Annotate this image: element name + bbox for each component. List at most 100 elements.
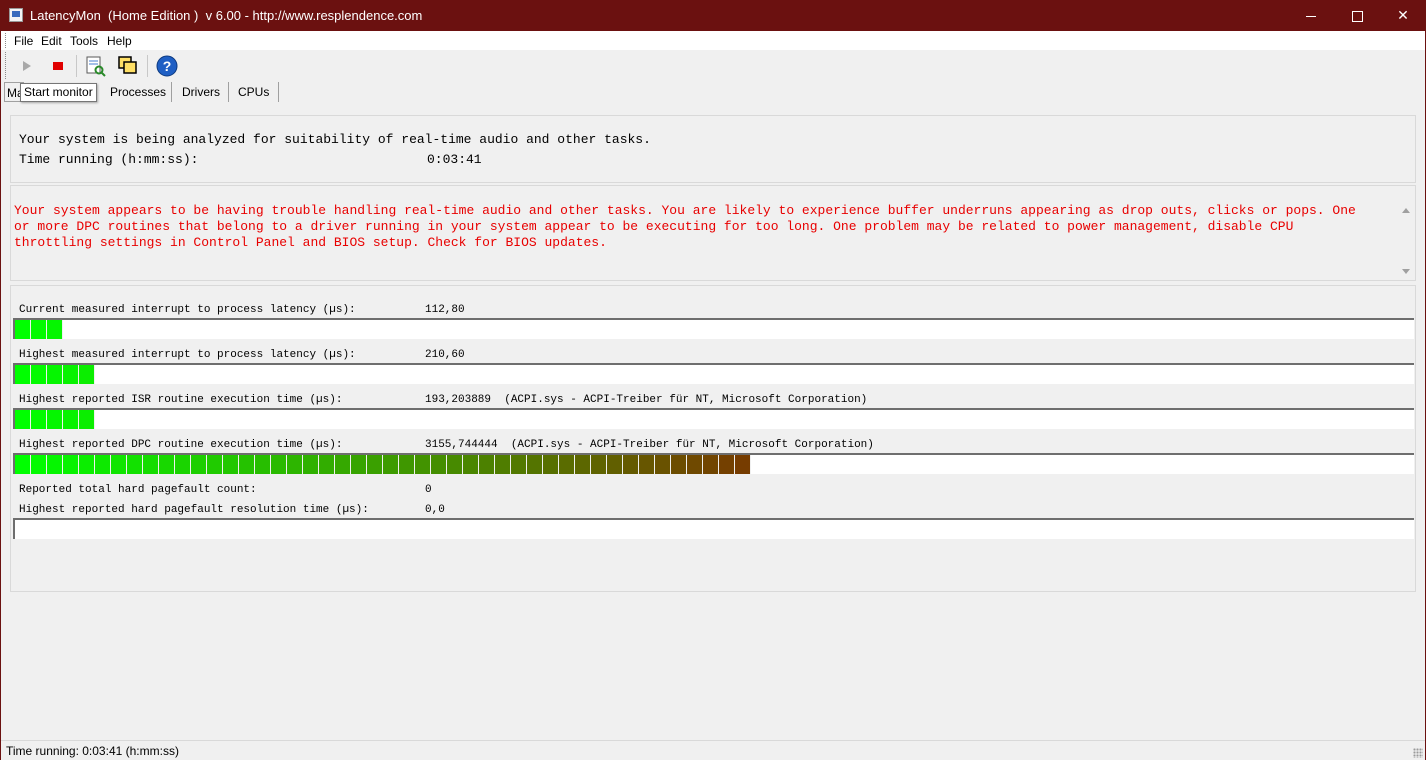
start-monitor-tooltip: Start monitor [20,83,97,102]
bar-segment [527,455,543,474]
bar-segment [95,455,111,474]
bar-segment [79,455,95,474]
isr-time-bar [13,408,1414,429]
bar-segment [415,455,431,474]
tab-cpus[interactable]: CPUs [230,82,279,102]
highest-latency-value: 210,60 [425,349,465,361]
bar-segment [31,410,47,429]
current-latency-bar [13,318,1414,339]
bar-segment [223,455,239,474]
help-icon: ? [156,55,178,77]
maximize-icon [1351,10,1363,22]
bar-segment [31,365,47,384]
bar-segment [111,455,127,474]
bar-segment [511,455,527,474]
time-running-label: Time running (h:mm:ss): [19,152,199,167]
bar-segment [559,455,575,474]
bar-segment [447,455,463,474]
stop-monitor-button[interactable] [46,54,70,78]
bar-segment [159,455,175,474]
bar-segment [15,455,31,474]
bar-segment [31,455,47,474]
window-title: LatencyMon (Home Edition ) v 6.00 - http… [30,8,423,23]
windows-icon [118,56,137,74]
bar-segment [671,455,687,474]
menu-bar: File Edit Tools Help [1,31,1425,50]
bar-segment [735,455,751,474]
bar-segment [479,455,495,474]
help-button[interactable]: ? [155,54,179,78]
bar-segment [271,455,287,474]
time-running-value: 0:03:41 [427,152,482,167]
close-icon: ✕ [1397,7,1409,23]
warning-panel: Your system appears to be having trouble… [10,185,1416,281]
bar-segment [495,455,511,474]
menu-file[interactable]: File [14,34,33,48]
toolbar-grip[interactable] [5,52,8,79]
analysis-text: Your system is being analyzed for suitab… [19,132,651,147]
bar-segment [63,365,79,384]
menu-edit[interactable]: Edit [41,34,62,48]
bar-segment [335,455,351,474]
warning-scrollbar[interactable] [1398,200,1415,280]
toolbar: ? [1,50,1425,81]
bar-segment [703,455,719,474]
bar-segment [383,455,399,474]
bar-segment [47,455,63,474]
status-text: Time running: 0:03:41 (h:mm:ss) [6,744,179,758]
bar-segment [575,455,591,474]
bar-segment [239,455,255,474]
toolbar-separator [76,55,77,77]
bar-segment [319,455,335,474]
pagefault-time-label: Highest reported hard pagefault resoluti… [19,504,369,516]
bar-segment [623,455,639,474]
menu-grip[interactable] [5,33,8,48]
scroll-up-icon[interactable] [1402,208,1410,213]
pagefault-count-label: Reported total hard pagefault count: [19,484,257,496]
bar-segment [655,455,671,474]
bar-segment [175,455,191,474]
tab-drivers[interactable]: Drivers [174,82,229,102]
bar-segment [431,455,447,474]
bar-segment [191,455,207,474]
minimize-icon [1306,15,1316,17]
close-button[interactable]: ✕ [1380,0,1426,31]
play-icon [23,61,31,71]
minimize-button[interactable] [1288,0,1334,31]
maximize-button[interactable] [1334,0,1380,31]
client-area: File Edit Tools Help ? Start monitor Ma … [1,31,1425,760]
bar-segment [127,455,143,474]
bar-segment [79,365,95,384]
current-latency-value: 112,80 [425,304,465,316]
windows-button[interactable] [116,54,140,78]
bar-segment [47,365,63,384]
bar-segment [607,455,623,474]
metrics-panel: Current measured interrupt to process la… [10,285,1416,592]
summary-panel: Your system is being analyzed for suitab… [10,115,1416,183]
dpc-time-bar [13,453,1414,474]
bar-segment [79,410,95,429]
bar-segment [207,455,223,474]
bar-segment [255,455,271,474]
menu-help[interactable]: Help [107,34,132,48]
highest-latency-bar [13,363,1414,384]
start-monitor-button[interactable] [14,54,38,78]
bar-segment [47,320,63,339]
app-icon[interactable] [9,8,23,22]
scroll-down-icon[interactable] [1402,269,1410,274]
bar-segment [31,320,47,339]
svg-text:?: ? [163,58,172,74]
isr-time-label: Highest reported ISR routine execution t… [19,394,343,406]
warning-text: Your system appears to be having trouble… [14,203,1356,250]
tab-processes[interactable]: Processes [102,82,172,102]
menu-tools[interactable]: Tools [70,34,98,48]
pagefault-time-value: 0,0 [425,504,445,516]
status-bar: Time running: 0:03:41 (h:mm:ss) [1,740,1425,760]
bar-segment [47,410,63,429]
resize-grip-icon[interactable] [1413,748,1423,758]
bar-segment [143,455,159,474]
report-button[interactable] [83,54,107,78]
bar-segment [303,455,319,474]
stop-icon [53,62,63,70]
dpc-time-label: Highest reported DPC routine execution t… [19,439,343,451]
